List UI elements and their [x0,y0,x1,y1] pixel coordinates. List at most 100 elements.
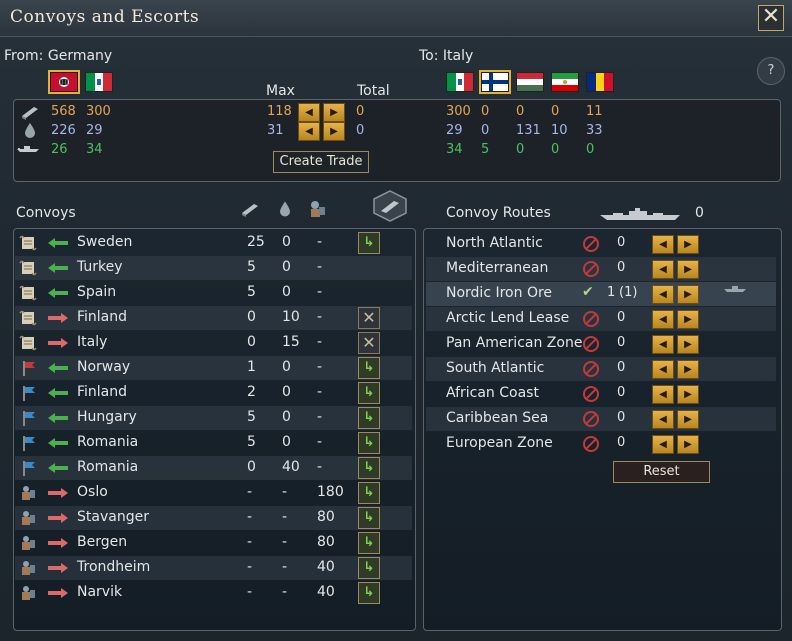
routes-title: Convoy Routes [446,205,551,221]
convoy-row[interactable]: Hungary 5 0 - ↳ [15,406,412,430]
italy-flag-icon[interactable] [446,72,474,92]
convoy-steel: 1 [247,359,256,375]
finland-flag-icon[interactable] [479,70,511,94]
flag-blue-icon [19,460,37,476]
convoy-oil: 0 [282,434,291,450]
route-increase-button[interactable]: ▶ [677,410,699,429]
route-row[interactable]: Pan American Zone 0 ◀ ▶ [426,332,776,356]
route-row[interactable]: European Zone 0 ◀ ▶ [426,432,776,456]
romania-flag-icon[interactable] [586,72,614,92]
goto-convoy-button[interactable]: ↳ [358,407,380,429]
scroll-icon [19,285,37,301]
iran-flag-icon[interactable] [551,72,579,92]
create-trade-button[interactable]: Create Trade [273,151,369,173]
export-arrow-icon [47,562,69,578]
route-row[interactable]: South Atlantic 0 ◀ ▶ [426,357,776,381]
title-bar: Convoys and Escorts ✕ [0,0,792,37]
route-decrease-button[interactable]: ◀ [652,335,674,354]
flag-red-icon [19,360,37,376]
convoy-steel: 5 [247,284,256,300]
import-arrow-icon [47,262,69,278]
convoy-row[interactable]: Romania 5 0 - ↳ [15,431,412,455]
convoy-row[interactable]: Finland 2 0 - ↳ [15,381,412,405]
inactive-route-icon [583,361,599,377]
convoy-troops: - [317,284,323,300]
steel-decrease-button[interactable]: ◀ [298,103,320,122]
convoy-row[interactable]: Romania 0 40 - ↳ [15,456,412,480]
route-decrease-button[interactable]: ◀ [652,410,674,429]
cancel-convoy-button[interactable]: ✕ [358,332,380,354]
convoy-row[interactable]: Spain 5 0 - [15,281,412,305]
route-row[interactable]: African Coast 0 ◀ ▶ [426,382,776,406]
goto-convoy-button[interactable]: ↳ [358,482,380,504]
goto-convoy-button[interactable]: ↳ [358,507,380,529]
soldier-icon [19,510,37,526]
hungary-flag-icon[interactable] [516,72,544,92]
convoy-row[interactable]: Trondheim - - 40 ↳ [15,556,412,580]
convoy-row[interactable]: Narvik - - 40 ↳ [15,581,412,605]
route-decrease-button[interactable]: ◀ [652,435,674,454]
route-increase-button[interactable]: ▶ [677,310,699,329]
italy-flag-icon[interactable] [85,72,113,92]
convoy-steel: - [247,559,253,575]
oil-increase-button[interactable]: ▶ [323,122,345,141]
reset-button[interactable]: Reset [613,461,710,483]
from-ship-a: 26 [51,142,68,157]
goto-convoy-button[interactable]: ↳ [358,457,380,479]
goto-convoy-button[interactable]: ↳ [358,357,380,379]
steel-sort-icon[interactable] [372,190,408,222]
convoy-troops: - [317,434,323,450]
goto-convoy-button[interactable]: ↳ [358,432,380,454]
convoy-name: Romania [77,459,139,475]
goto-convoy-button[interactable]: ↳ [358,582,380,604]
route-increase-button[interactable]: ▶ [677,435,699,454]
route-name: Nordic Iron Ore [446,285,553,301]
export-arrow-icon [47,512,69,528]
convoy-oil: - [282,584,288,600]
goto-convoy-button[interactable]: ↳ [358,232,380,254]
convoy-row[interactable]: Turkey 5 0 - [15,256,412,280]
route-row[interactable]: Arctic Lend Lease 0 ◀ ▶ [426,307,776,331]
to-ship-0: 34 [446,142,463,157]
route-decrease-button[interactable]: ◀ [652,385,674,404]
route-decrease-button[interactable]: ◀ [652,360,674,379]
convoy-oil: 0 [282,284,291,300]
route-decrease-button[interactable]: ◀ [652,235,674,254]
convoy-row[interactable]: Bergen - - 80 ↳ [15,531,412,555]
route-increase-button[interactable]: ▶ [677,260,699,279]
route-count: 0 [617,435,626,450]
convoy-row[interactable]: Norway 1 0 - ↳ [15,356,412,380]
convoy-troops: 180 [317,484,344,500]
route-count: 0 [617,260,626,275]
close-button[interactable]: ✕ [758,5,784,31]
oil-decrease-button[interactable]: ◀ [298,122,320,141]
germany-flag-icon[interactable] [48,70,80,94]
route-increase-button[interactable]: ▶ [677,285,699,304]
route-decrease-button[interactable]: ◀ [652,285,674,304]
route-row[interactable]: North Atlantic 0 ◀ ▶ [426,232,776,256]
inactive-route-icon [583,236,599,252]
route-row[interactable]: Caribbean Sea 0 ◀ ▶ [426,407,776,431]
convoy-row[interactable]: Italy 0 15 - ✕ [15,331,412,355]
steel-increase-button[interactable]: ▶ [323,103,345,122]
cancel-convoy-button[interactable]: ✕ [358,307,380,329]
convoy-oil: - [282,509,288,525]
goto-convoy-button[interactable]: ↳ [358,557,380,579]
route-increase-button[interactable]: ▶ [677,360,699,379]
route-row[interactable]: Mediterranean 0 ◀ ▶ [426,257,776,281]
goto-convoy-button[interactable]: ↳ [358,382,380,404]
route-decrease-button[interactable]: ◀ [652,310,674,329]
route-decrease-button[interactable]: ◀ [652,260,674,279]
help-button[interactable]: ? [757,57,785,85]
import-arrow-icon [47,362,69,378]
to-label: To: Italy [419,48,474,64]
convoy-row[interactable]: Oslo - - 180 ↳ [15,481,412,505]
route-increase-button[interactable]: ▶ [677,385,699,404]
convoy-row[interactable]: Sweden 25 0 - ↳ [15,231,412,255]
route-increase-button[interactable]: ▶ [677,335,699,354]
import-arrow-icon [47,237,69,253]
convoy-row[interactable]: Finland 0 10 - ✕ [15,306,412,330]
convoy-row[interactable]: Stavanger - - 80 ↳ [15,506,412,530]
route-increase-button[interactable]: ▶ [677,235,699,254]
goto-convoy-button[interactable]: ↳ [358,532,380,554]
